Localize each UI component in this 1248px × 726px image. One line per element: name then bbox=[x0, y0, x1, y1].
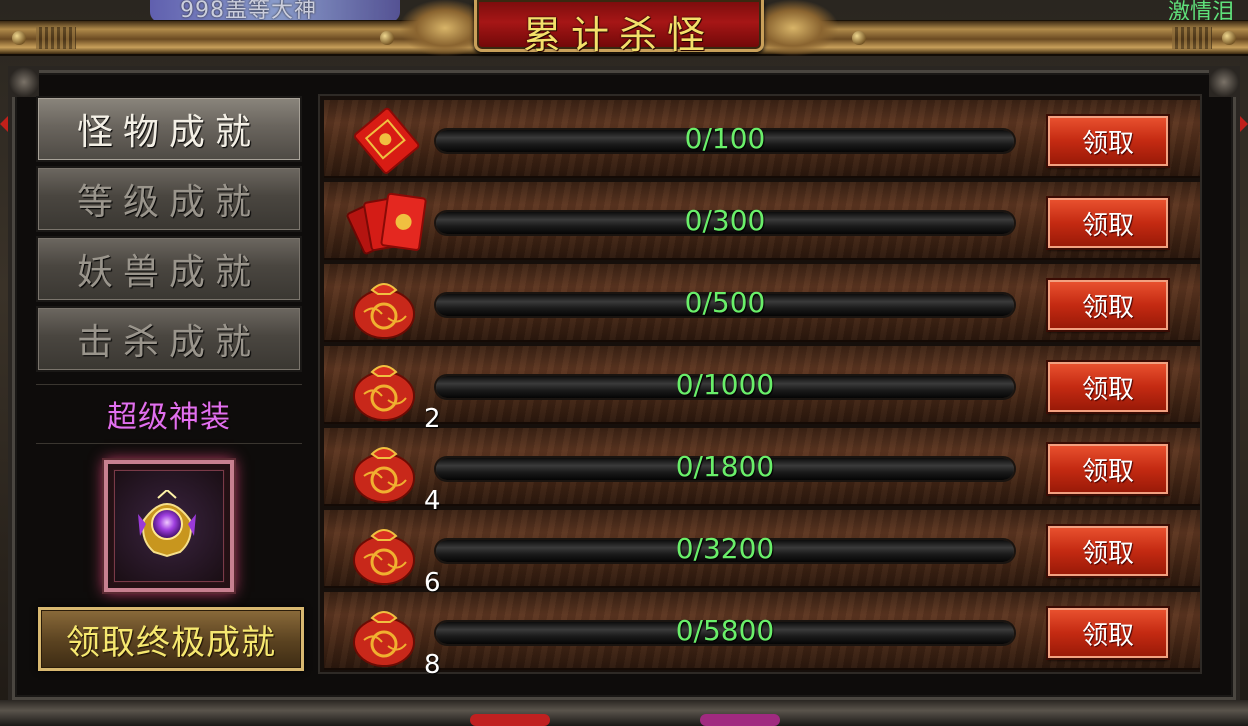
super-equipment-label: 超级神装 bbox=[107, 400, 231, 435]
lucky-bag-icon bbox=[353, 611, 415, 667]
item-count: 6 bbox=[424, 568, 441, 598]
bottom-frame-bar bbox=[0, 700, 1248, 726]
claim-button[interactable]: 领取 bbox=[1048, 362, 1168, 412]
background-banner: 998盖等大神 bbox=[150, 0, 400, 23]
claim-button[interactable]: 领取 bbox=[1048, 198, 1168, 248]
reward-list: 0/100 领取 0/300 领取 0/500 领取 2 0/1000 领取 4… bbox=[318, 94, 1202, 680]
item-count: 8 bbox=[424, 650, 441, 680]
claim-label: 领取 bbox=[1081, 374, 1134, 405]
progress-text: 0/5800 bbox=[675, 614, 775, 647]
item-count: 4 bbox=[424, 486, 441, 516]
progress-text: 0/100 bbox=[684, 122, 766, 155]
divine-equipment-icon bbox=[138, 490, 196, 558]
reward-row: 0/100 领取 bbox=[324, 100, 1200, 178]
reward-row: 0/500 领取 bbox=[324, 264, 1200, 342]
claim-button[interactable]: 领取 bbox=[1048, 608, 1168, 658]
reward-row: 6 0/3200 领取 bbox=[324, 510, 1200, 598]
tab-monster-achievement[interactable]: 怪物成就 bbox=[36, 96, 302, 162]
tab-label: 怪物成就 bbox=[76, 112, 261, 153]
tab-beast-achievement[interactable]: 妖兽成就 bbox=[36, 236, 302, 302]
progress-text: 0/1800 bbox=[675, 450, 775, 483]
reward-row: 8 0/5800 领取 bbox=[324, 592, 1200, 680]
background-right-label: 激情泪 bbox=[1168, 0, 1235, 22]
super-equipment-heading: 超级神装 bbox=[36, 384, 302, 444]
corner-ornament bbox=[1209, 67, 1239, 97]
reward-item-slot[interactable] bbox=[104, 460, 234, 592]
claim-button[interactable]: 领取 bbox=[1048, 526, 1168, 576]
ornament-stud bbox=[36, 27, 76, 49]
red-envelopes-icon bbox=[346, 192, 427, 255]
title-plaque: 累计杀怪 bbox=[474, 0, 764, 57]
reward-row: 0/300 领取 bbox=[324, 182, 1200, 260]
lucky-bag-icon bbox=[353, 529, 415, 585]
ornament-stud bbox=[1172, 27, 1212, 49]
corner-ornament bbox=[9, 67, 39, 97]
background-right-text: 激情泪 bbox=[1158, 0, 1248, 22]
claim-label: 领取 bbox=[1081, 128, 1134, 159]
bottom-ornament bbox=[700, 714, 780, 726]
tab-level-achievement[interactable]: 等级成就 bbox=[36, 166, 302, 232]
rivet-icon bbox=[852, 31, 866, 45]
claim-button[interactable]: 领取 bbox=[1048, 280, 1168, 330]
claim-label: 领取 bbox=[1081, 210, 1134, 241]
claim-label: 领取 bbox=[1081, 620, 1134, 651]
lucky-bag-icon bbox=[353, 283, 415, 339]
tab-label: 击杀成就 bbox=[76, 322, 261, 363]
rivet-icon bbox=[12, 31, 26, 45]
tab-kill-achievement[interactable]: 击杀成就 bbox=[36, 306, 302, 372]
tab-label: 妖兽成就 bbox=[76, 252, 261, 293]
claim-button[interactable]: 领取 bbox=[1048, 444, 1168, 494]
claim-button[interactable]: 领取 bbox=[1048, 116, 1168, 166]
progress-text: 0/1000 bbox=[675, 368, 775, 401]
left-arrow-icon[interactable] bbox=[0, 116, 8, 132]
category-nav: 怪物成就 等级成就 妖兽成就 击杀成就 bbox=[36, 96, 306, 376]
progress-text: 0/300 bbox=[684, 204, 766, 237]
claim-label: 领取 bbox=[1081, 292, 1134, 323]
progress-text: 0/3200 bbox=[675, 532, 775, 565]
bottom-ornament bbox=[470, 714, 550, 726]
lucky-bag-icon bbox=[353, 447, 415, 503]
claim-label: 领取 bbox=[1081, 456, 1134, 487]
rivet-icon bbox=[380, 31, 394, 45]
red-envelope-icon bbox=[353, 107, 420, 174]
reward-row: 2 0/1000 领取 bbox=[324, 346, 1200, 434]
window-title: 累计杀怪 bbox=[522, 13, 715, 57]
progress-text: 0/500 bbox=[684, 286, 766, 319]
tab-label: 等级成就 bbox=[76, 182, 261, 223]
rivet-icon bbox=[1222, 31, 1236, 45]
reward-row: 4 0/1800 领取 bbox=[324, 428, 1200, 516]
item-count: 2 bbox=[424, 404, 441, 434]
claim-ultimate-achievement-button[interactable]: 领取终极成就 bbox=[38, 607, 304, 671]
claim-label: 领取 bbox=[1081, 538, 1134, 569]
claim-ultimate-label: 领取终极成就 bbox=[66, 622, 276, 663]
right-arrow-icon[interactable] bbox=[1240, 116, 1248, 132]
lucky-bag-icon bbox=[353, 365, 415, 421]
